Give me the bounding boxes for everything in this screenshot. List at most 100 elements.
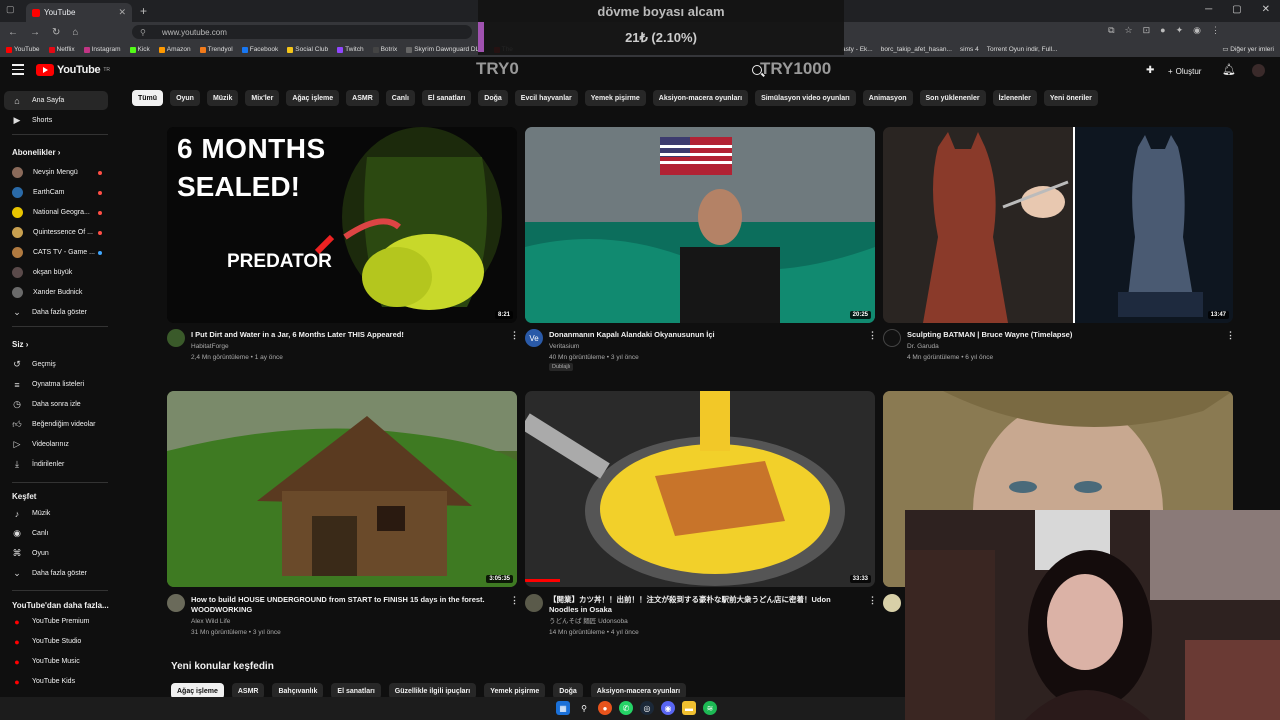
bookmark-item[interactable]: Torrent Oyun indir, Full... [987,46,1058,53]
filter-chip[interactable]: Simülasyon video oyunları [755,90,856,106]
bookmark-item[interactable]: YouTube [6,46,40,53]
create-button[interactable]: + Oluştur [1162,63,1207,79]
video-title[interactable]: Sculpting BATMAN | Bruce Wayne (Timelaps… [907,330,1217,340]
channel-avatar[interactable] [883,329,901,347]
more-actions-icon[interactable]: ⋮ [868,330,877,341]
video-title[interactable]: How to build HOUSE UNDERGROUND from STAR… [191,595,501,615]
bookmark-item[interactable]: borc_takip_afet_hasan... [881,46,952,53]
video-thumbnail[interactable]: 3:05:35 [167,391,517,587]
channel-avatar[interactable] [167,594,185,612]
firefox-icon[interactable]: ● [598,701,612,715]
profile-icon[interactable]: ◉ [1193,25,1201,36]
filter-chip[interactable]: Yemek pişirme [584,90,646,106]
extension-icon[interactable]: ● [1160,25,1165,36]
filter-chip[interactable]: Animasyon [862,90,913,106]
sidebar-show-more[interactable]: ⌄ Daha fazla göster [4,564,108,583]
video-thumbnail[interactable]: 33:33 [525,391,875,587]
video-title[interactable]: 【開業】カツ丼！！出前！！注文が殺到する豪朴な駅前大衆うどん店に密着！Udon … [549,595,859,615]
filter-chip[interactable]: Oyun [170,90,200,106]
sidebar-item-you[interactable]: ▷ Videolarınız [4,435,108,454]
you-header[interactable]: Siz › [12,340,28,349]
close-tab-icon[interactable]: ✕ [118,7,126,18]
bookmark-item[interactable]: Kick [129,46,150,53]
channel-name[interactable]: HabitatForge [191,341,229,352]
video-title[interactable]: Donanmanın Kapalı Alandaki Okyanusunun İ… [549,330,859,340]
more-actions-icon[interactable]: ⋮ [510,330,519,341]
sidebar-item-you[interactable]: ≡ Oynatma listeleri [4,375,108,394]
home-icon[interactable]: ⌂ [72,27,78,38]
filter-chip[interactable]: Müzik [206,90,239,106]
video-thumbnail[interactable]: 20:25 [525,127,875,323]
filter-chip[interactable]: İzlenenler [992,90,1037,106]
explore-header[interactable]: Keşfet [12,492,36,501]
sidebar-subscription[interactable]: Quintessence Of ... [4,223,108,242]
windows-start-icon[interactable]: ▦ [556,701,570,715]
video-title[interactable]: I Put Dirt and Water in a Jar, 6 Months … [191,330,501,340]
filter-chip[interactable]: Yeni öneriler [1043,90,1098,106]
file-explorer-icon[interactable]: ▬ [682,701,696,715]
video-thumbnail[interactable]: 6 MONTHS SEALED! PREDATOR 8:21 [167,127,517,323]
bookmark-item[interactable]: Netflix [48,46,75,53]
hamburger-menu-icon[interactable] [12,64,24,78]
channel-name[interactable]: Alex Wild Life [191,616,230,627]
bookmark-star-icon[interactable]: ☆ [1125,25,1133,36]
sidebar-item-explore[interactable]: ♪ Müzik [4,504,108,523]
browser-tab-youtube[interactable]: YouTube ✕ [26,3,132,22]
channel-name[interactable]: うどんそば 麺匠 Udonsoba [549,616,628,627]
filter-chip[interactable]: Aksiyon-macera oyunları [652,90,749,106]
sidebar-item-you[interactable]: ⤓ İndirilenler [4,455,108,474]
close-window-icon[interactable]: ✕ [1262,4,1270,15]
channel-avatar[interactable] [525,594,543,612]
tab-search-icon[interactable]: ▢ [6,4,15,15]
sidebar-item-you[interactable]: ↺ Geçmiş [4,355,108,374]
bookmark-item[interactable]: Trendyol [199,46,233,53]
filter-chip[interactable]: Mix'ler [245,90,280,106]
sidebar-item-you[interactable]: 👍︎ Beğendiğim videolar [4,415,108,434]
channel-avatar[interactable] [883,594,901,612]
other-bookmarks[interactable]: ▭ Diğer yer imleri [1222,45,1274,53]
filter-chip[interactable]: Doğa [478,90,508,106]
bookmark-item[interactable]: sims 4 [960,46,979,53]
sidebar-item-product[interactable]: ● YouTube Premium [4,612,108,631]
sidebar-subscription[interactable]: okşan büyük [4,263,108,282]
sidebar-item-product[interactable]: ● YouTube Kids [4,672,108,691]
site-info-icon[interactable]: ⚲ [140,28,146,37]
notifications-bell-icon[interactable]: 🔔︎ [1222,63,1236,76]
whatsapp-icon[interactable]: ✆ [619,701,633,715]
maximize-icon[interactable]: ▢ [1232,4,1241,15]
filter-chip[interactable]: Tümü [132,90,164,106]
bookmark-item[interactable]: Botrix [372,46,397,53]
more-actions-icon[interactable]: ⋮ [868,595,877,606]
bookmark-item[interactable]: Amazon [158,46,191,53]
spotify-icon[interactable]: ≋ [703,701,717,715]
install-icon[interactable]: ⧉ [1108,25,1114,36]
extensions-puzzle-icon[interactable]: ✦ [1176,25,1184,36]
forward-icon[interactable]: → [30,27,40,38]
discord-icon[interactable]: ◉ [661,701,675,715]
sidebar-subscription[interactable]: National Geogra... [4,203,108,222]
bookmark-item[interactable]: Facebook [241,46,278,53]
more-from-youtube-header[interactable]: YouTube'dan daha fazla... [12,601,109,610]
filter-chip[interactable]: Ağaç işleme [286,90,340,106]
new-tab-icon[interactable]: + [140,4,147,18]
filter-chip[interactable]: Evcil hayvanlar [514,90,578,106]
sidebar-item-you[interactable]: ◷ Daha sonra izle [4,395,108,414]
create-video-icon[interactable]: ✚ [1146,65,1154,76]
sidebar-subscription[interactable]: CATS TV - Game ... [4,243,108,262]
channel-name[interactable]: Veritasium [549,341,579,352]
bookmark-item[interactable]: Instagram [83,46,121,53]
sidebar-show-more[interactable]: ⌄ Daha fazla göster [4,303,108,322]
video-thumbnail[interactable]: 13:47 [883,127,1233,323]
menu-icon[interactable]: ⋮ [1211,25,1220,36]
filter-chip[interactable]: El sanatları [421,90,472,106]
bookmark-item[interactable]: Social Club [287,46,328,53]
channel-avatar[interactable] [167,329,185,347]
more-actions-icon[interactable]: ⋮ [510,595,519,606]
sidebar-item-shorts[interactable]: ▶ Shorts [4,111,108,130]
steam-icon[interactable]: ◎ [640,701,654,715]
sidebar-item-home[interactable]: ⌂ Ana Sayfa [4,91,108,110]
minimize-icon[interactable]: ─ [1205,4,1212,15]
more-actions-icon[interactable]: ⋮ [1226,330,1235,341]
channel-name[interactable]: Dr. Garuda [907,341,939,352]
filter-chip[interactable]: ASMR [346,90,379,106]
